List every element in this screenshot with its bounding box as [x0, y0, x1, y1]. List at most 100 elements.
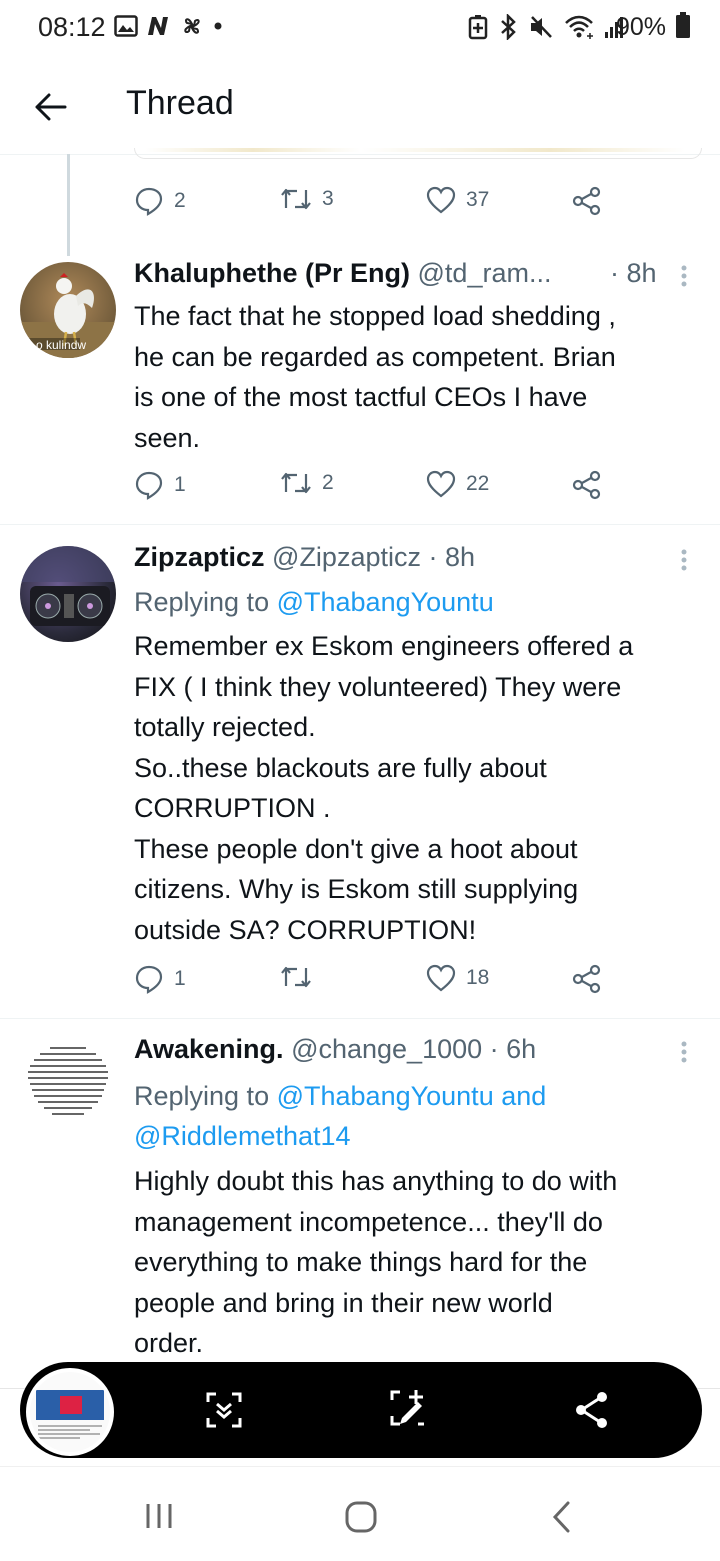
tweet-header: Zipzapticz @Zipzapticz · 8h [134, 542, 475, 573]
status-right-icons [468, 12, 624, 45]
more-options-button[interactable] [676, 262, 692, 294]
status-left-icons [114, 14, 224, 42]
recent-apps-button[interactable] [144, 1500, 174, 1537]
wifi-icon [564, 14, 594, 45]
avatar[interactable]: o kulindw [20, 262, 116, 358]
author-handle[interactable]: @change_1000 [291, 1034, 482, 1064]
mention-link[interactable]: @ThabangYountu [277, 587, 494, 617]
edit-capture-icon [390, 1390, 424, 1426]
reply-icon [135, 471, 163, 500]
retweet-count: 3 [322, 187, 334, 210]
replying-to-label: Replying to [134, 1081, 270, 1111]
reply-button[interactable]: 2 [134, 186, 186, 216]
like-count: 37 [466, 188, 490, 211]
mute-icon [528, 14, 554, 45]
tweet-divider [0, 1018, 720, 1019]
tweet-text: The fact that he stopped load shedding ,… [134, 301, 616, 453]
retweet-icon [281, 966, 311, 988]
like-button[interactable]: 37 [426, 186, 489, 214]
dj-controller-image [20, 546, 116, 626]
reply-count: 1 [174, 473, 186, 496]
tweet-text: Highly doubt this has anything to do wit… [134, 1166, 618, 1358]
share-button[interactable] [572, 470, 602, 500]
share-button[interactable] [572, 186, 602, 216]
avatar[interactable] [20, 546, 116, 642]
more-options-button[interactable] [676, 546, 692, 578]
reply-count: 2 [174, 189, 186, 212]
author-handle[interactable]: @td_ram... [418, 258, 552, 288]
replying-to: Replying to @ThabangYountu [134, 582, 494, 622]
like-button[interactable]: 22 [426, 470, 489, 498]
screenshot-thumbnail[interactable] [26, 1368, 114, 1456]
tweet-header: Awakening. @change_1000 · 6h [134, 1034, 536, 1065]
share-button[interactable] [572, 964, 602, 994]
nav-back-button[interactable] [550, 1500, 574, 1539]
replying-to-continued: @Riddlemethat14 [134, 1116, 351, 1156]
author-handle[interactable]: @Zipzapticz [272, 542, 421, 572]
arrow-left-icon [35, 93, 67, 121]
avatar-caption: o kulindw [36, 338, 87, 352]
tweet-text: Remember ex Eskom engineers offered a FI… [134, 631, 634, 945]
share-icon [572, 964, 601, 994]
scroll-capture-button[interactable] [204, 1390, 244, 1435]
author-name[interactable]: Khaluphethe (Pr Eng) [134, 258, 410, 288]
scroll-capture-icon [206, 1392, 242, 1428]
reply-button[interactable]: 1 [134, 470, 186, 500]
more-options-button[interactable] [676, 1038, 692, 1070]
home-button[interactable] [344, 1500, 378, 1539]
retweet-button[interactable]: 2 [280, 470, 334, 496]
mention-link[interactable]: @Riddlemethat14 [134, 1121, 351, 1151]
retweet-icon [281, 472, 311, 494]
tweet-time: · 8h [610, 258, 657, 288]
like-button[interactable]: 18 [426, 964, 489, 992]
like-count: 18 [466, 966, 490, 989]
tweet-divider [0, 524, 720, 525]
battery-percent: 90% [616, 13, 667, 41]
reply-count: 1 [174, 967, 186, 990]
avatar[interactable] [20, 1038, 116, 1134]
reply-button[interactable]: 1 [134, 964, 186, 994]
pinwheel-icon [180, 14, 204, 43]
battery-icon [676, 12, 690, 45]
tweet-actions: 1 2 22 [134, 470, 614, 510]
header-bar [0, 56, 720, 155]
reply-icon [135, 187, 163, 216]
back-button[interactable] [28, 84, 74, 130]
mention-link[interactable]: @ThabangYountu and [277, 1081, 547, 1111]
retweet-button[interactable] [280, 964, 322, 990]
recent-apps-icon [146, 1504, 172, 1528]
retweet-button[interactable]: 3 [280, 186, 334, 212]
tweet-time: · 6h [489, 1034, 537, 1064]
heart-icon [426, 186, 456, 214]
page-title: Thread [126, 84, 234, 122]
text-image-avatar [28, 1047, 108, 1115]
media-card-edge[interactable] [134, 148, 702, 159]
more-vertical-icon [681, 549, 687, 571]
share-icon [576, 1392, 607, 1428]
heart-icon [426, 964, 456, 992]
heart-icon [426, 470, 456, 498]
thumbnail-image [30, 1372, 110, 1452]
replying-to-label: Replying to [134, 587, 270, 617]
tweet-header: Khaluphethe (Pr Eng) @td_ram... [134, 258, 551, 289]
share-icon [572, 470, 601, 500]
replying-to: Replying to @ThabangYountu and [134, 1076, 546, 1116]
status-battery: 90% [616, 12, 690, 45]
tweet-actions: 1 18 [134, 964, 614, 1004]
battery-saver-icon [468, 14, 488, 45]
author-name[interactable]: Zipzapticz [134, 542, 265, 572]
retweet-icon [281, 188, 311, 210]
n-icon [146, 15, 172, 42]
thread-connector-line [67, 154, 70, 256]
status-time: 08:12 [38, 12, 106, 42]
like-count: 22 [466, 472, 490, 495]
retweet-count: 2 [322, 471, 334, 494]
edit-capture-button[interactable] [388, 1388, 430, 1435]
home-icon [345, 1501, 377, 1533]
more-vertical-icon [681, 1041, 687, 1063]
share-capture-button[interactable] [574, 1390, 610, 1435]
more-vertical-icon [681, 265, 687, 287]
back-icon [552, 1501, 570, 1533]
author-name[interactable]: Awakening. [134, 1034, 284, 1064]
dot-icon [212, 19, 224, 37]
